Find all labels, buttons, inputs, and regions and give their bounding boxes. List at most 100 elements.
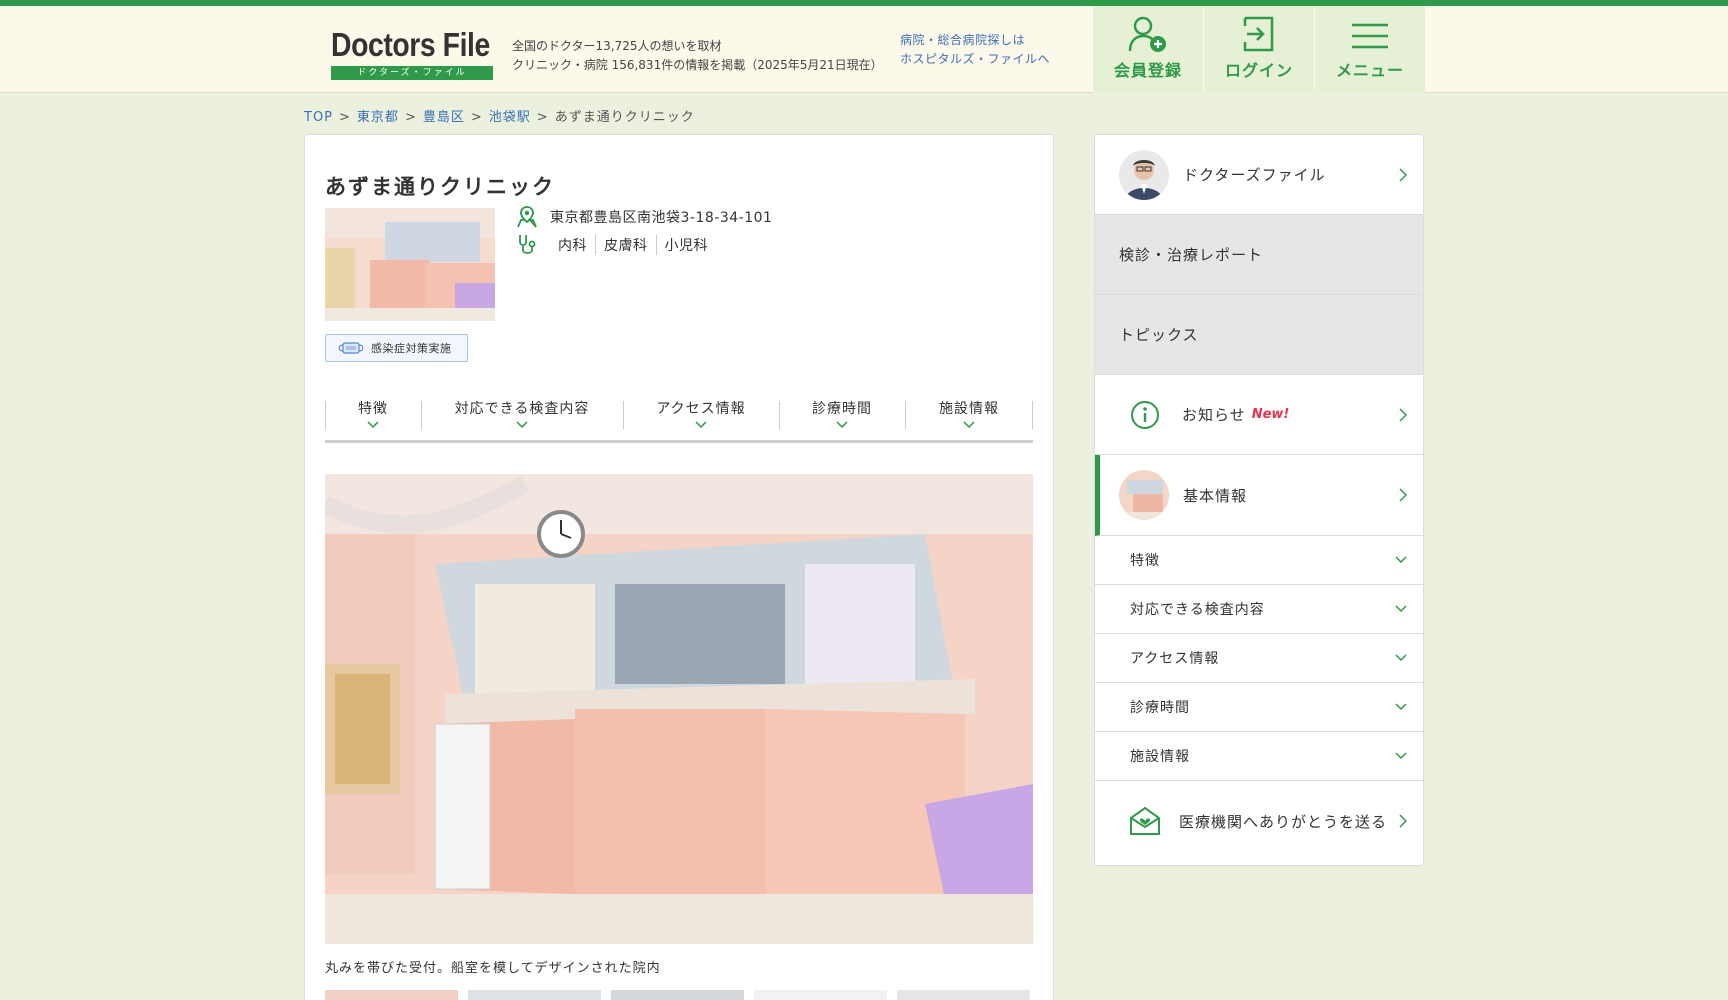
login-label: ログイン xyxy=(1224,61,1293,80)
side-sub-facility[interactable]: 施設情報 xyxy=(1095,732,1423,781)
side-item-topics[interactable]: トピックス xyxy=(1095,295,1423,375)
side-item-label: 基本情報 xyxy=(1183,486,1248,505)
chevron-down-icon xyxy=(1395,703,1407,710)
side-sub-features[interactable]: 特徴 xyxy=(1095,536,1423,585)
breadcrumb-ikebukuro[interactable]: 池袋駅 xyxy=(489,110,531,125)
clinic-address-row: 東京都豊島区南池袋3-18-34-101 xyxy=(515,205,772,229)
tab-access[interactable]: アクセス情報 xyxy=(623,397,779,440)
tab-label: アクセス情報 xyxy=(656,401,746,417)
side-sub-hours[interactable]: 診療時間 xyxy=(1095,683,1423,732)
breadcrumb-tokyo[interactable]: 東京都 xyxy=(357,110,399,125)
login-button[interactable]: ログイン xyxy=(1204,6,1314,93)
clinic-main-card: あずま通りクリニック 東京都豊島区南池袋3-18-34-101 内科 皮膚科 小… xyxy=(304,134,1054,1000)
department-internal: 内科 xyxy=(550,235,596,255)
hospital-link-line-2: ホスピタルズ・ファイルへ xyxy=(900,52,1051,66)
section-tabs: 特徴 対応できる検査内容 アクセス情報 診療時間 施設情報 xyxy=(325,397,1033,443)
chevron-down-icon xyxy=(1395,752,1407,759)
thanks-mail-icon xyxy=(1130,806,1160,835)
map-pin-icon xyxy=(517,206,537,228)
side-sub-label: 診療時間 xyxy=(1130,700,1190,716)
gallery-thumbnail[interactable] xyxy=(325,990,458,1000)
department-dermatology: 皮膚科 xyxy=(596,235,657,255)
chevron-right-icon xyxy=(1399,407,1407,422)
tab-label: 対応できる検査内容 xyxy=(454,401,590,417)
breadcrumb-separator: > xyxy=(536,110,549,125)
clinic-hero-photo[interactable] xyxy=(325,474,1033,944)
new-badge: New! xyxy=(1251,407,1290,422)
side-item-label: トピックス xyxy=(1119,326,1199,344)
gallery-thumbnail[interactable] xyxy=(468,990,601,1000)
chevron-right-icon xyxy=(1399,814,1407,828)
hamburger-icon xyxy=(1352,23,1388,49)
clinic-departments-row: 内科 皮膚科 小児科 xyxy=(515,233,716,257)
doctor-avatar xyxy=(1119,149,1169,200)
side-item-label: お知らせ xyxy=(1182,406,1246,424)
chevron-down-icon xyxy=(1395,556,1407,563)
side-sub-label: アクセス情報 xyxy=(1130,651,1220,667)
tab-features[interactable]: 特徴 xyxy=(325,397,421,440)
tab-label: 診療時間 xyxy=(812,401,872,417)
side-sub-label: 特徴 xyxy=(1130,553,1160,569)
breadcrumb-current: あずま通りクリニック xyxy=(554,110,695,125)
clinic-name: あずま通りクリニック xyxy=(325,175,555,199)
tab-facility[interactable]: 施設情報 xyxy=(905,397,1033,440)
side-item-news[interactable]: お知らせ New! xyxy=(1095,375,1423,455)
tagline-line-1: 全国のドクター13,725人の想いを取材 xyxy=(512,39,722,53)
infection-control-badge: 感染症対策実施 xyxy=(325,334,468,362)
tab-hours[interactable]: 診療時間 xyxy=(779,397,905,440)
side-item-doctors-file[interactable]: ドクターズファイル xyxy=(1095,135,1423,215)
mask-icon xyxy=(338,342,364,354)
side-sub-exams[interactable]: 対応できる検査内容 xyxy=(1095,585,1423,634)
gallery-thumbnail[interactable] xyxy=(897,990,1030,1000)
side-sub-label: 対応できる検査内容 xyxy=(1130,602,1265,618)
site-tagline: 全国のドクター13,725人の想いを取材 クリニック・病院 156,831件の情… xyxy=(512,37,883,75)
clinic-address: 東京都豊島区南池袋3-18-34-101 xyxy=(550,210,773,226)
chevron-right-icon xyxy=(1399,488,1407,502)
tab-exams[interactable]: 対応できる検査内容 xyxy=(421,397,623,440)
tagline-line-2: クリニック・病院 156,831件の情報を掲載（2025年5月21日現在） xyxy=(512,58,883,72)
gallery-thumbnail[interactable] xyxy=(754,990,887,1000)
breadcrumb: TOP > 東京都 > 豊島区 > 池袋駅 > あずま通りクリニック xyxy=(304,106,695,125)
side-sub-label: 施設情報 xyxy=(1130,749,1190,765)
breadcrumb-separator: > xyxy=(470,110,483,125)
logo-subtitle: ドクターズ・ファイル xyxy=(331,66,493,80)
chevron-right-icon xyxy=(1399,167,1407,182)
chevron-down-icon xyxy=(695,421,707,428)
user-add-icon xyxy=(1128,16,1166,52)
clinic-avatar xyxy=(1119,470,1169,520)
breadcrumb-toshima[interactable]: 豊島区 xyxy=(423,110,465,125)
register-label: 会員登録 xyxy=(1113,61,1182,80)
side-item-report[interactable]: 検診・治療レポート xyxy=(1095,215,1423,295)
side-item-label: ドクターズファイル xyxy=(1183,166,1326,184)
department-pediatrics: 小児科 xyxy=(664,238,708,254)
logo-text: Doctors File xyxy=(331,26,490,63)
side-navigation: ドクターズファイル 検診・治療レポート トピックス お知らせ New! 基本情報 xyxy=(1094,134,1424,866)
hospital-link-line-1: 病院・総合病院探しは xyxy=(900,33,1026,47)
breadcrumb-separator: > xyxy=(339,110,351,125)
photo-caption: 丸みを帯びた受付。船室を模してデザインされた院内 xyxy=(325,961,661,976)
chevron-down-icon xyxy=(963,421,975,428)
menu-label: メニュー xyxy=(1335,61,1404,80)
site-logo[interactable]: Doctors File ドクターズ・ファイル xyxy=(331,26,493,80)
side-item-label: 検診・治療レポート xyxy=(1119,246,1264,264)
badge-label: 感染症対策実施 xyxy=(371,342,452,355)
register-button[interactable]: 会員登録 xyxy=(1093,6,1203,93)
clinic-thumbnail[interactable] xyxy=(325,208,495,321)
breadcrumb-top[interactable]: TOP xyxy=(304,110,333,125)
side-item-thanks[interactable]: 医療機関へありがとうを送る xyxy=(1095,781,1423,861)
side-item-label: 医療機関へありがとうを送る xyxy=(1179,812,1388,831)
side-item-basic-info[interactable]: 基本情報 xyxy=(1095,455,1423,536)
menu-button[interactable]: メニュー xyxy=(1315,6,1425,93)
gallery-thumbnail[interactable] xyxy=(611,990,744,1000)
chevron-down-icon xyxy=(516,421,528,428)
side-sub-access[interactable]: アクセス情報 xyxy=(1095,634,1423,683)
hospitals-file-link[interactable]: 病院・総合病院探しは ホスピタルズ・ファイルへ xyxy=(900,31,1050,69)
breadcrumb-separator: > xyxy=(404,110,417,125)
chevron-down-icon xyxy=(1395,605,1407,612)
chevron-down-icon xyxy=(836,421,848,428)
login-icon xyxy=(1243,16,1274,52)
tab-label: 特徴 xyxy=(358,401,388,417)
site-header: Doctors File ドクターズ・ファイル 全国のドクター13,725人の想… xyxy=(0,6,1728,93)
info-icon xyxy=(1131,400,1159,429)
tab-label: 施設情報 xyxy=(939,401,999,417)
